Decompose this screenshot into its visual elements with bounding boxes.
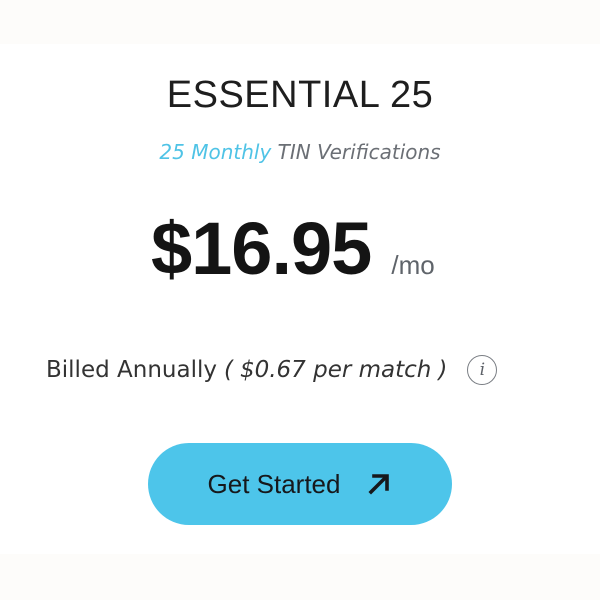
price-amount: $16.95 <box>151 207 372 290</box>
get-started-label: Get Started <box>207 468 341 499</box>
plan-subtitle: 25 Monthly TIN Verifications <box>0 140 600 164</box>
close-paren: ) <box>438 357 448 383</box>
per-match-price: $0.67 per match <box>239 357 432 383</box>
info-icon[interactable]: i <box>467 355 498 385</box>
open-paren: ( <box>223 357 233 383</box>
subtitle-rest: TIN Verifications <box>277 140 441 164</box>
subtitle-accent: 25 Monthly <box>159 140 272 164</box>
info-glyph: i <box>479 360 486 380</box>
billing-label: Billed Annually <box>46 357 217 383</box>
get-started-button[interactable]: Get Started <box>148 443 452 525</box>
plan-title: ESSENTIAL 25 <box>166 74 434 116</box>
price-row: $16.95 /mo <box>151 206 435 316</box>
arrow-up-right-icon <box>368 474 390 495</box>
billing-info: Billed Annually ( $0.67 per match ) i <box>46 352 498 388</box>
price-period: /mo <box>391 250 435 280</box>
